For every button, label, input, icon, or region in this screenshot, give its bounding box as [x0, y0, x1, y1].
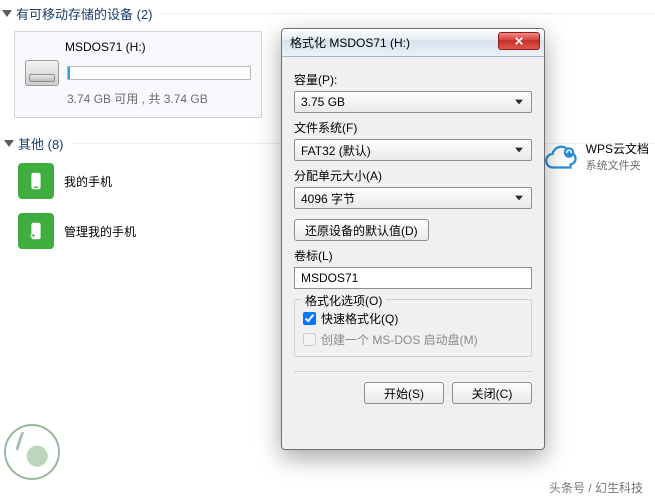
- capacity-label: 容量(P):: [294, 71, 532, 88]
- format-options-group: 格式化选项(O) 快速格式化(Q) 创建一个 MS-DOS 启动盘(M): [294, 299, 532, 357]
- chevron-down-icon: [2, 10, 12, 17]
- restore-defaults-label: 还原设备的默认值(D): [305, 222, 418, 239]
- start-button-label: 开始(S): [384, 385, 424, 402]
- filesystem-value: FAT32 (默认): [301, 142, 371, 159]
- list-item-label: 管理我的手机: [64, 223, 136, 240]
- format-options-legend: 格式化选项(O): [301, 292, 386, 309]
- phone-icon: [18, 163, 54, 199]
- format-dialog: 格式化 MSDOS71 (H:) 容量(P): 3.75 GB 文件系统(F) …: [281, 28, 545, 450]
- chevron-down-icon: [511, 142, 527, 158]
- volume-input[interactable]: [294, 267, 532, 289]
- restore-defaults-button[interactable]: 还原设备的默认值(D): [294, 219, 429, 241]
- chevron-down-icon: [4, 140, 14, 147]
- create-dos-label: 创建一个 MS-DOS 启动盘(M): [321, 331, 478, 348]
- close-button-label: 关闭(C): [472, 385, 513, 402]
- list-item[interactable]: WPS云文档 系统文件夹: [542, 140, 649, 173]
- close-button-bottom[interactable]: 关闭(C): [452, 382, 532, 404]
- section-removable-header[interactable]: 有可移动存储的设备 (2): [0, 0, 655, 25]
- right-item-subtitle: 系统文件夹: [586, 157, 649, 173]
- create-dos-checkbox: [303, 333, 316, 346]
- footer-credit: 头条号 / 幻生科技: [549, 479, 643, 496]
- alloc-value: 4096 字节: [301, 190, 355, 207]
- list-item-label: 我的手机: [64, 173, 112, 190]
- drive-subtitle: 3.74 GB 可用 , 共 3.74 GB: [67, 90, 251, 107]
- capacity-bar: [67, 66, 251, 80]
- separator: [161, 13, 655, 14]
- drive-title: MSDOS71 (H:): [65, 40, 251, 54]
- filesystem-label: 文件系统(F): [294, 119, 532, 136]
- drive-card[interactable]: MSDOS71 (H:) 3.74 GB 可用 , 共 3.74 GB: [14, 31, 262, 118]
- dialog-title: 格式化 MSDOS71 (H:): [290, 34, 410, 51]
- cloud-icon: [542, 143, 578, 171]
- watermark-stamp: [4, 424, 60, 480]
- volume-label: 卷标(L): [294, 247, 532, 264]
- create-dos-row: 创建一个 MS-DOS 启动盘(M): [303, 331, 523, 348]
- chevron-down-icon: [511, 190, 527, 206]
- chevron-down-icon: [511, 94, 527, 110]
- section-other-label: 其他 (8): [18, 134, 64, 153]
- close-button[interactable]: [498, 32, 540, 50]
- start-button[interactable]: 开始(S): [364, 382, 444, 404]
- quick-format-label: 快速格式化(Q): [321, 310, 398, 327]
- phone-settings-icon: [18, 213, 54, 249]
- capacity-combo[interactable]: 3.75 GB: [294, 91, 532, 113]
- right-item-title: WPS云文档: [586, 140, 649, 157]
- quick-format-row[interactable]: 快速格式化(Q): [303, 310, 523, 327]
- section-removable-label: 有可移动存储的设备 (2): [16, 4, 153, 23]
- separator: [294, 371, 532, 372]
- filesystem-combo[interactable]: FAT32 (默认): [294, 139, 532, 161]
- quick-format-checkbox[interactable]: [303, 312, 316, 325]
- alloc-label: 分配单元大小(A): [294, 167, 532, 184]
- close-icon: [514, 36, 524, 46]
- titlebar[interactable]: 格式化 MSDOS71 (H:): [282, 29, 544, 57]
- alloc-combo[interactable]: 4096 字节: [294, 187, 532, 209]
- drive-icon: [25, 60, 59, 86]
- capacity-value: 3.75 GB: [301, 95, 345, 109]
